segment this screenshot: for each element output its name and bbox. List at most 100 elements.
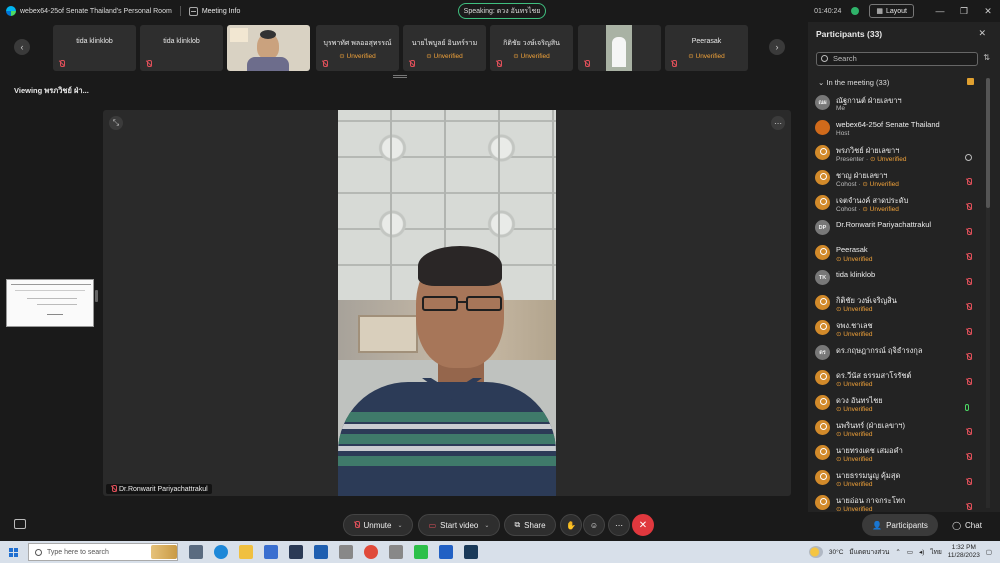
language-indicator[interactable]: ไทย <box>930 547 941 557</box>
participant-row[interactable]: นพรินทร์ (ฝ่ายเลขาฯ) ⊙ Unverified <box>808 417 988 442</box>
muted-mic-icon[interactable] <box>965 223 972 241</box>
restore-icon[interactable]: ❐ <box>952 6 976 17</box>
app-icon[interactable] <box>339 545 353 559</box>
muted-mic-icon[interactable] <box>965 423 972 441</box>
strip-prev-chevron-icon[interactable]: ‹ <box>14 39 30 55</box>
unverified-text: Unverified <box>843 381 873 388</box>
thumbnail-tile[interactable]: บุรพาทัศ พลออสุทรรณ์ ⊙ Unverified <box>316 25 399 71</box>
hand-icon: ✋ <box>566 520 576 530</box>
participant-row[interactable]: Peerasak ⊙ Unverified <box>808 242 988 267</box>
thumbnail-video-tile[interactable] <box>578 25 661 71</box>
share-button[interactable]: ⧉ Share <box>504 514 556 536</box>
tray-chevron-icon[interactable]: ⌃ <box>895 548 900 556</box>
sort-icon[interactable]: ⇅ <box>983 53 990 62</box>
participant-row[interactable]: ดร.วีนัส ธรรมสาโรรัชต์ ⊙ Unverified <box>808 367 988 392</box>
close-panel-icon[interactable]: ✕ <box>978 28 986 39</box>
participant-row[interactable]: TK tida klinklob <box>808 267 988 292</box>
start-video-button[interactable]: ▭ Start video ⌄ <box>418 514 500 536</box>
avatar: ดร <box>815 345 830 360</box>
preview-line <box>11 284 91 285</box>
notification-icon[interactable]: ▢ <box>986 548 992 556</box>
participant-row[interactable]: ดร ดร.กฤษฎากรณ์ ฤจิธำรงกุล <box>808 342 988 367</box>
in-meeting-group-header[interactable]: ⌄ In the meeting (33) <box>818 78 889 87</box>
participant-list-scrollbar[interactable] <box>986 78 990 508</box>
muted-mic-icon[interactable] <box>965 448 972 466</box>
exit-full-screen-icon[interactable]: ⤡ <box>109 116 123 130</box>
muted-mic-icon[interactable] <box>965 373 972 391</box>
thumbnail-tile[interactable]: Peerasak ⊙ Unverified <box>665 25 748 71</box>
leave-meeting-button[interactable]: ✕ <box>632 514 654 536</box>
unmute-button[interactable]: Unmute ⌄ <box>343 514 413 536</box>
minimize-icon[interactable]: — <box>928 6 952 16</box>
reactions-button[interactable]: ☺ <box>583 514 605 536</box>
word-doc-icon[interactable] <box>314 545 328 559</box>
participant-row[interactable]: เจตจำนงค์ สาดประดับ Cohost · ⊙ Unverified <box>808 192 988 217</box>
muted-mic-icon[interactable] <box>965 173 972 191</box>
sharing-icon[interactable] <box>965 148 972 166</box>
chrome-browser-icon[interactable] <box>364 545 378 559</box>
muted-mic-icon <box>321 60 328 68</box>
speaker-hair <box>418 246 502 286</box>
muted-mic-icon[interactable] <box>965 323 972 341</box>
participant-row[interactable]: จพง.ชาเลช ⊙ Unverified <box>808 317 988 342</box>
more-options-icon[interactable]: ⋯ <box>771 116 785 130</box>
avatar <box>815 370 830 385</box>
line-app-icon[interactable] <box>414 545 428 559</box>
more-button[interactable]: ⋯ <box>608 514 630 536</box>
participant-row[interactable]: ชาญ ฝ่ายเลขาฯ Cohost · ⊙ Unverified <box>808 167 988 192</box>
taskbar-search-box[interactable]: Type here to search <box>28 543 178 561</box>
windows-start-icon[interactable] <box>9 547 18 557</box>
thumbnail-tile[interactable]: กิติชัย วงษ์เจริญสิน ⊙ Unverified <box>490 25 573 71</box>
participant-search-input[interactable]: Search <box>816 52 978 66</box>
thumbnail-tile[interactable]: tida klinklob <box>53 25 136 71</box>
active-mic-icon[interactable] <box>965 398 969 416</box>
strip-next-chevron-icon[interactable]: › <box>769 39 785 55</box>
file-explorer-icon[interactable] <box>239 545 253 559</box>
participant-row[interactable]: DP Dr.Ronwarit Pariyachattrakul <box>808 217 988 242</box>
chevron-down-icon[interactable]: ⌄ <box>484 522 489 529</box>
weather-icon[interactable] <box>808 546 823 558</box>
participant-row[interactable]: ดวง อันทรไชย ⊙ Unverified <box>808 392 988 417</box>
shared-content-preview[interactable] <box>6 279 94 327</box>
thumbnail-tile[interactable]: นายไพบูลย์ อินทร์ราม ⊙ Unverified <box>403 25 486 71</box>
clock[interactable]: 1:32 PM 11/28/2023 <box>948 544 980 560</box>
participant-row[interactable]: ณผ ณัฐกานต์ ฝ่ายเลขาฯ Me <box>808 92 988 117</box>
unmute-label: Unmute <box>363 520 392 530</box>
mail-icon[interactable] <box>264 545 278 559</box>
task-view-icon[interactable] <box>189 545 203 559</box>
participants-button[interactable]: 👤 Participants <box>862 514 938 536</box>
word-app-icon[interactable] <box>439 545 453 559</box>
preview-line <box>37 304 77 305</box>
edge-browser-icon[interactable] <box>214 545 228 559</box>
chevron-down-icon[interactable]: ⌄ <box>397 522 402 529</box>
close-window-icon[interactable]: ✕ <box>976 6 1000 17</box>
participant-row[interactable]: กิติชัย วงษ์เจริญสิน ⊙ Unverified <box>808 292 988 317</box>
meeting-info-link[interactable]: Meeting Info <box>202 8 241 15</box>
webex-app-icon[interactable] <box>464 545 478 559</box>
store-icon[interactable] <box>289 545 303 559</box>
muted-mic-icon[interactable] <box>965 248 972 266</box>
preview-collapse-handle[interactable] <box>95 290 98 302</box>
participant-row[interactable]: นายทรงเดช เสมอคำ ⊙ Unverified <box>808 442 988 467</box>
thumbnail-video-tile[interactable] <box>227 25 310 71</box>
muted-mic-icon[interactable] <box>965 198 972 216</box>
meeting-info-icon[interactable] <box>188 6 198 16</box>
muted-mic-icon[interactable] <box>965 298 972 316</box>
muted-mic-icon[interactable] <box>965 348 972 366</box>
participant-row[interactable]: นายธรรมนูญ คุ้มสุด ⊙ Unverified <box>808 467 988 492</box>
strip-resize-handle[interactable] <box>393 75 407 78</box>
layout-button[interactable]: ▦ Layout <box>869 4 914 18</box>
chat-button[interactable]: ◯ Chat <box>944 514 990 536</box>
lock-icon[interactable] <box>967 78 974 85</box>
security-shield-icon[interactable] <box>851 7 860 15</box>
network-icon[interactable]: ▭ <box>907 548 913 556</box>
thumbnail-tile[interactable]: tida klinklob <box>140 25 223 71</box>
app-icon[interactable] <box>389 545 403 559</box>
participant-row[interactable]: พรภวิชย์ ฝ่ายเลขาฯ Presenter · ⊙ Unverifi… <box>808 142 988 167</box>
muted-mic-icon[interactable] <box>965 273 972 291</box>
raise-hand-button[interactable]: ✋ <box>560 514 582 536</box>
volume-icon[interactable]: ◂) <box>919 548 924 556</box>
muted-mic-icon[interactable] <box>965 473 972 491</box>
participant-name: webex64-25of Senate Thailand <box>836 120 940 129</box>
participant-row[interactable]: webex64-25of Senate Thailand Host <box>808 117 988 142</box>
